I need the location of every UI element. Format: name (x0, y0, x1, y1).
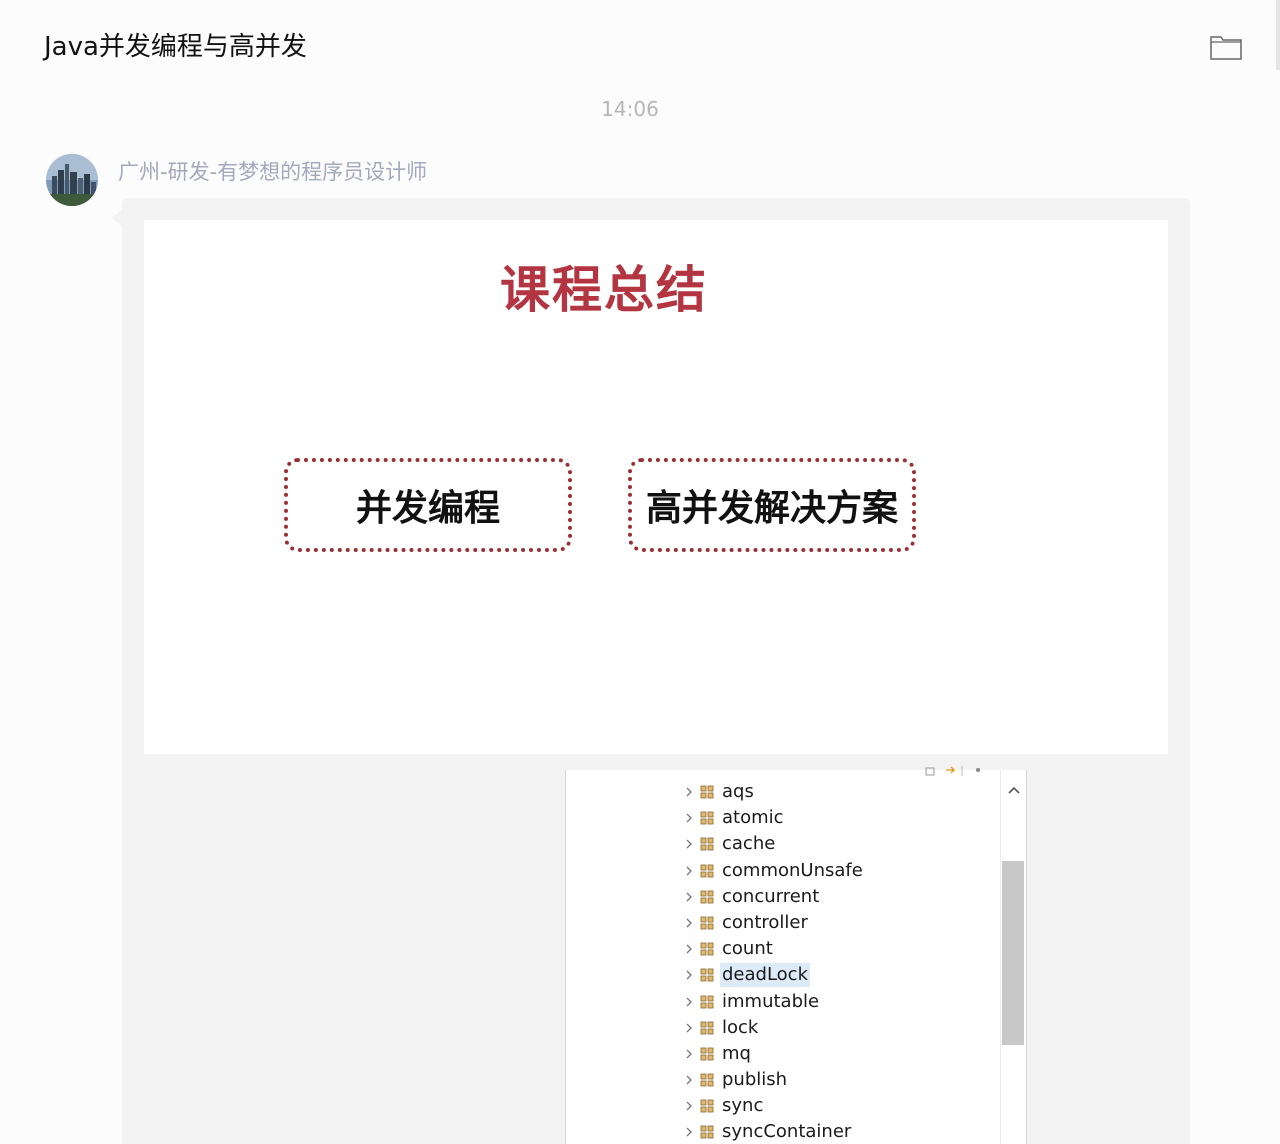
toolbar-icons (925, 766, 980, 776)
package-label: sync (722, 1095, 764, 1117)
tree-item[interactable]: concurrent (566, 884, 1002, 910)
package-icon (700, 1126, 714, 1139)
package-label: atomic (722, 807, 784, 829)
chevron-right-icon[interactable] (684, 811, 694, 825)
chevron-right-icon[interactable] (684, 995, 694, 1009)
chevron-right-icon[interactable] (684, 837, 694, 851)
tree-item[interactable]: mq (566, 1041, 1002, 1067)
tree-item[interactable]: aqs (566, 779, 1002, 805)
package-list: aqs atomic cache commonUnsafe concurrent… (566, 779, 1002, 1144)
chevron-right-icon[interactable] (684, 864, 694, 878)
package-icon (700, 837, 714, 851)
tree-item[interactable]: immutable (566, 989, 1002, 1015)
package-label: immutable (722, 990, 820, 1012)
package-label: deadLock (720, 963, 811, 988)
package-icon (700, 811, 714, 825)
tree-item[interactable]: lock (566, 1015, 1002, 1041)
chevron-right-icon[interactable] (684, 968, 694, 982)
package-label: count (722, 938, 773, 960)
chevron-right-icon[interactable] (684, 1021, 694, 1035)
chevron-right-icon[interactable] (684, 785, 694, 799)
tree-item[interactable]: publish (566, 1067, 1002, 1093)
tree-item-selected[interactable]: deadLock (566, 962, 1002, 988)
tree-item[interactable]: cache (566, 831, 1002, 857)
package-icon (700, 864, 714, 877)
chevron-right-icon[interactable] (684, 916, 694, 930)
tree-item[interactable]: atomic (566, 805, 1002, 831)
scrollbar[interactable] (1000, 770, 1026, 1144)
slide-title: 课程总结 (500, 261, 708, 319)
package-label: aqs (722, 781, 754, 802)
topic-high-concurrency: 高并发解决方案 (628, 458, 916, 552)
package-icon (700, 942, 714, 956)
message-timestamp: 14:06 (601, 97, 659, 121)
scrollbar-thumb[interactable] (1002, 861, 1024, 1045)
package-label: controller (722, 911, 808, 933)
tree-item[interactable]: sync (566, 1093, 1002, 1119)
chat-title: Java并发编程与高并发 (44, 32, 307, 62)
city-skyline-avatar-icon (46, 154, 98, 206)
package-icon (700, 968, 714, 982)
package-icon (700, 1047, 714, 1061)
chevron-right-icon[interactable] (684, 1125, 694, 1139)
sender-name: 广州-研发-有梦想的程序员设计师 (118, 160, 428, 184)
chevron-up-icon[interactable] (1007, 784, 1021, 796)
package-icon (700, 1021, 714, 1035)
window-edge (1276, 0, 1280, 70)
package-label: syncContainer (722, 1121, 852, 1143)
tree-item[interactable]: count (566, 936, 1002, 962)
package-label: commonUnsafe (722, 859, 863, 881)
package-icon (700, 785, 714, 799)
tree-item[interactable]: commonUnsafe (566, 858, 1002, 884)
chevron-right-icon[interactable] (684, 942, 694, 956)
package-label: publish (722, 1069, 788, 1091)
package-label: mq (722, 1042, 751, 1064)
slide-image[interactable]: 课程总结 并发编程 高并发解决方案 (144, 220, 1168, 754)
tree-item[interactable]: controller (566, 910, 1002, 936)
chevron-right-icon[interactable] (684, 1047, 694, 1061)
tree-item[interactable]: syncContainer (566, 1119, 1002, 1144)
folder-icon[interactable] (1210, 34, 1242, 60)
package-icon (700, 1099, 714, 1113)
package-icon (700, 890, 714, 904)
chevron-right-icon[interactable] (684, 1073, 694, 1087)
package-icon (700, 1073, 714, 1087)
package-explorer: aqs atomic cache commonUnsafe concurrent… (565, 766, 1027, 1144)
bubble-tail (112, 210, 122, 226)
package-label: lock (722, 1016, 759, 1038)
topic-concurrency: 并发编程 (284, 458, 572, 552)
package-icon (700, 995, 714, 1008)
package-label: concurrent (722, 885, 820, 907)
package-label: cache (722, 833, 776, 855)
sender-avatar[interactable] (46, 154, 98, 206)
chevron-right-icon[interactable] (684, 1099, 694, 1113)
chevron-right-icon[interactable] (684, 890, 694, 904)
package-icon (700, 916, 714, 930)
